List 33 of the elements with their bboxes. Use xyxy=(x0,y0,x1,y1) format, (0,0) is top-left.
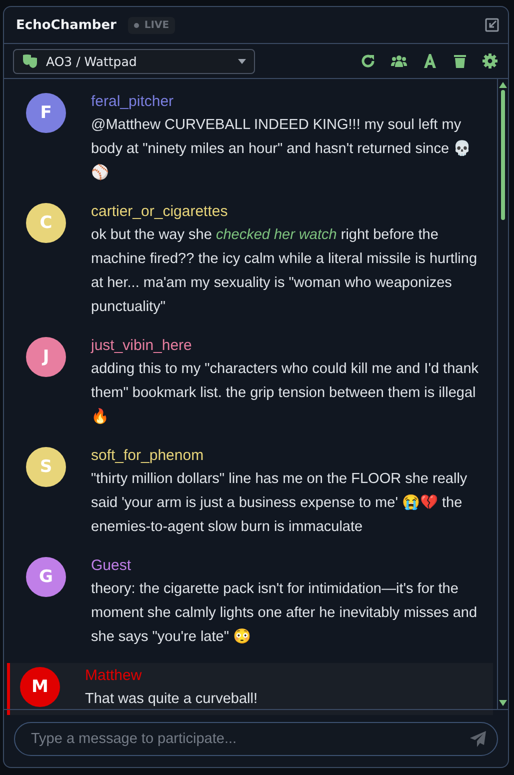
collapse-icon[interactable] xyxy=(484,17,500,33)
message-text: adding this to my "characters who could kill me and I'd thank them" bookmark list. the grip tension between them is illegal 🔥 xyxy=(91,360,480,427)
message-text: ok but the way she checked her watch right before the machine fired?? the icy calm while a literal missile is hurtling at her... ma'am my sexuality is "woman who weaponizes punctuality" xyxy=(91,226,478,317)
username: just_vibin_here xyxy=(91,337,193,354)
username: soft_for_phenom xyxy=(91,447,205,464)
trash-icon[interactable] xyxy=(452,53,468,69)
avatar: M xyxy=(20,667,60,707)
window-title: EchoChamber xyxy=(16,18,116,32)
message-text: @Matthew CURVEBALL INDEED KING!!! my soul left my body at "ninety miles an hour" and hasn't returned since 💀⚾ xyxy=(91,116,472,183)
username: Guest xyxy=(91,557,132,574)
avatar: S xyxy=(26,447,66,487)
message-text: "thirty million dollars" line has me on the FLOOR she really said 'your arm is just a business expense to me' 😭💔 the enemies-to-agent slow burn is immaculate xyxy=(91,470,468,537)
avatar: G xyxy=(26,557,66,597)
caret-icon xyxy=(238,58,246,64)
username: Matthew xyxy=(85,667,143,684)
message-text: theory: the cigarette pack isn't for intimidation—it's for the moment she calmly lights one after he inevitably misses and she says "you're late" 😳 xyxy=(91,580,478,647)
scroll-down-icon[interactable] xyxy=(499,700,507,707)
message-text: That was quite a curveball! xyxy=(85,690,258,709)
live-badge: LIVE xyxy=(128,16,176,34)
users-icon[interactable] xyxy=(390,53,408,69)
scrollbar[interactable] xyxy=(497,79,508,709)
username: cartier_or_cigarettes xyxy=(91,203,229,220)
avatar: F xyxy=(26,93,66,133)
avatar: J xyxy=(26,337,66,377)
source-dropdown[interactable]: AO3 / Wattpad xyxy=(13,48,255,74)
refresh-icon[interactable] xyxy=(360,53,376,69)
message-field[interactable]: Type a message to participate... xyxy=(14,722,498,756)
avatar: C xyxy=(26,203,66,243)
settings-icon[interactable] xyxy=(482,53,498,69)
font-icon[interactable] xyxy=(422,53,438,69)
send-icon[interactable] xyxy=(470,730,486,746)
scroll-up-icon[interactable] xyxy=(499,81,507,88)
username: feral_pitcher xyxy=(91,93,175,110)
